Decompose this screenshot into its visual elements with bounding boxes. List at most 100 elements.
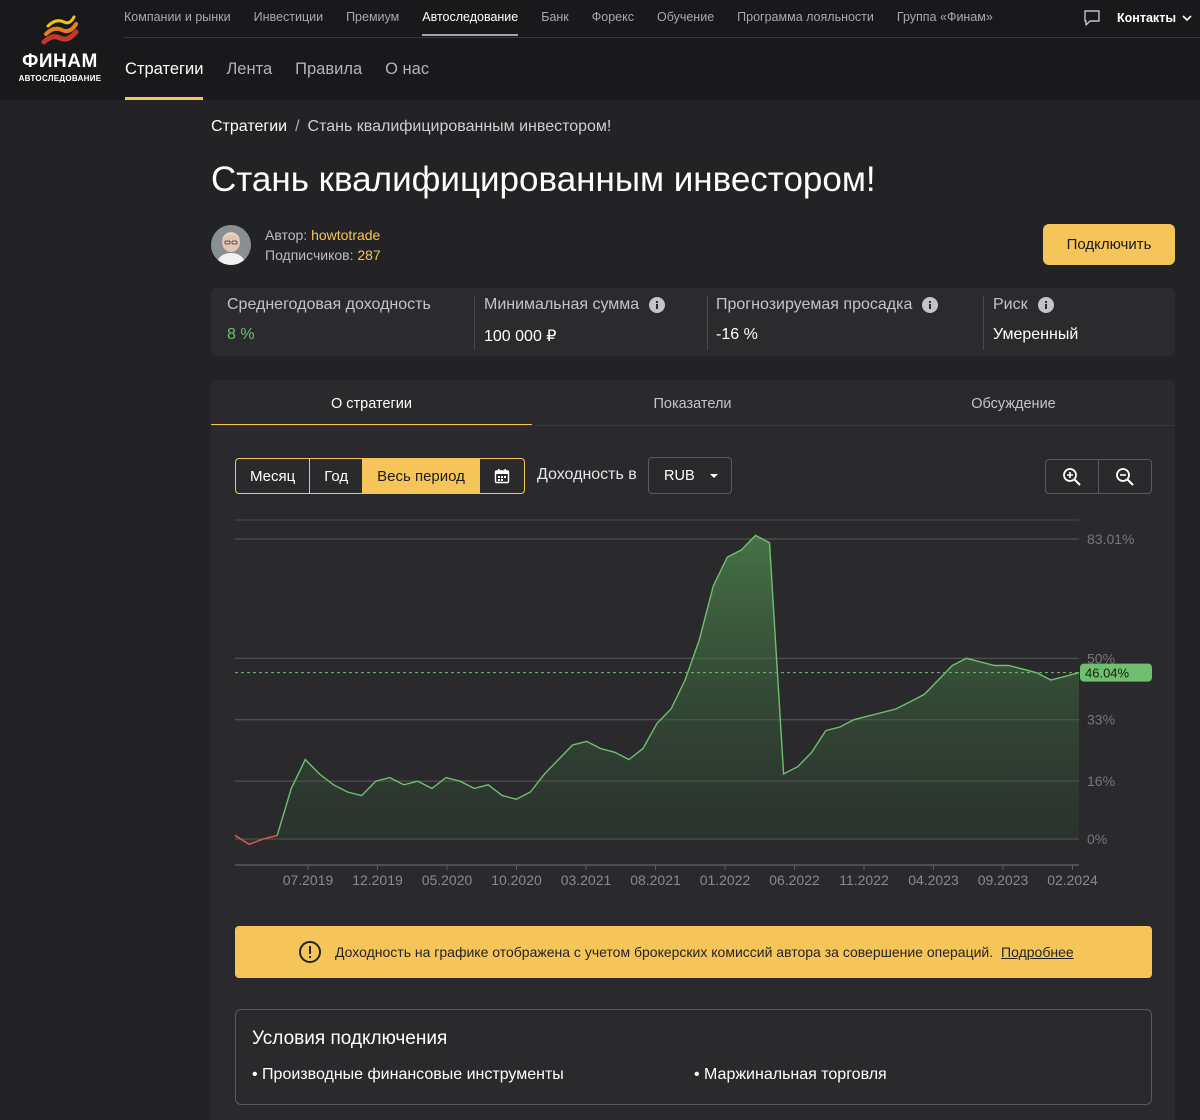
header: ФИНАМ АВТОСЛЕДОВАНИЕ Компании и рынки Инв… <box>0 0 1200 100</box>
top-nav-item[interactable]: Обучение <box>657 0 714 36</box>
top-nav-item[interactable]: Форекс <box>592 0 634 36</box>
top-nav-item[interactable]: Автоследование <box>422 0 519 36</box>
top-nav-item[interactable]: Программа лояльности <box>737 0 874 36</box>
commission-notice: Доходность на графике отображена с учето… <box>235 926 1152 978</box>
sub-nav: Стратегии Лента Правила О нас <box>125 38 452 100</box>
caret-down-icon <box>709 473 718 478</box>
y-tick-label: 33% <box>1087 712 1115 728</box>
info-icon[interactable] <box>922 297 939 313</box>
notice-more-link[interactable]: Подробнее <box>1001 944 1074 960</box>
stat-value: Умеренный <box>993 326 1079 343</box>
period-all-button[interactable]: Весь период <box>363 459 480 493</box>
author-avatar-image <box>211 225 251 265</box>
sub-nav-item[interactable]: О нас <box>385 38 429 100</box>
logo-title: ФИНАМ <box>22 51 98 72</box>
notice-text: Доходность на графике отображена с учето… <box>335 944 1074 960</box>
calendar-icon <box>494 469 510 484</box>
conditions-title: Условия подключения <box>252 1028 448 1049</box>
stat-value: 8 % <box>227 326 255 343</box>
contacts-link[interactable]: Контакты <box>1117 11 1176 25</box>
y-tick-label: 16% <box>1087 773 1115 789</box>
stat-label-text: Прогнозируемая просадка <box>716 296 913 313</box>
connect-button[interactable]: Подключить <box>1043 224 1175 265</box>
strategy-panel: О стратегии Показатели Обсуждение Месяц … <box>211 380 1175 1120</box>
tab-about[interactable]: О стратегии <box>211 380 532 426</box>
yield-currency-label: Доходность в <box>537 466 637 483</box>
zoom-in-button[interactable] <box>1046 460 1099 493</box>
avatar[interactable] <box>211 225 251 265</box>
sub-nav-item[interactable]: Стратегии <box>125 38 204 100</box>
y-tick-label: 0% <box>1087 831 1107 847</box>
top-nav-item[interactable]: Банк <box>541 0 569 36</box>
info-icon[interactable] <box>1037 297 1054 313</box>
yield-chart[interactable]: 83.01%50%33%16%0%07.2019 12.2019 05.2020 10… <box>211 505 1175 895</box>
zoom-in-icon <box>1062 467 1081 486</box>
stat-divider <box>707 296 708 350</box>
strategy-tabs: О стратегии Показатели Обсуждение <box>211 380 1175 426</box>
tab-metrics[interactable]: Показатели <box>532 380 853 426</box>
subscribers-label: Подписчиков: <box>265 247 354 263</box>
info-icon[interactable] <box>649 297 666 313</box>
stat-label: Риск <box>993 296 1078 314</box>
condition-item-text: Маржинальная торговля <box>704 1066 887 1083</box>
currency-value: RUB <box>664 467 695 484</box>
exclamation-icon <box>299 941 321 963</box>
x-tick-label: 04.2023 <box>908 872 959 888</box>
x-tick-label: 05.2020 <box>422 872 473 888</box>
calendar-button[interactable] <box>480 459 524 493</box>
stat-label-text: Риск <box>993 296 1028 313</box>
x-tick-label: 06.2022 <box>769 872 820 888</box>
current-value-label: 46.04% <box>1085 666 1130 681</box>
period-month-button[interactable]: Месяц <box>236 459 311 493</box>
stat-label: Среднегодовая доходность <box>227 296 431 314</box>
x-tick-label: 09.2023 <box>978 872 1029 888</box>
page-title: Стань квалифицированным инвестором! <box>211 160 876 199</box>
finam-logo-icon <box>41 15 79 45</box>
stats-bar: Среднегодовая доходность 8 % Минимальная… <box>211 288 1175 356</box>
breadcrumb-root[interactable]: Стратегии <box>211 118 287 136</box>
author-info: Автор: howtotrade Подписчиков: 287 <box>265 225 381 265</box>
zoom-out-button[interactable] <box>1099 460 1152 493</box>
stat-label-text: Среднегодовая доходность <box>227 296 431 313</box>
x-tick-label: 12.2019 <box>352 872 403 888</box>
zoom-controls <box>1045 459 1152 494</box>
subscribers-line: Подписчиков: 287 <box>265 245 381 265</box>
stat-label-text: Минимальная сумма <box>484 296 640 313</box>
breadcrumb: Стратегии / Стань квалифицированным инве… <box>211 118 611 136</box>
author-name-link[interactable]: howtotrade <box>311 227 380 243</box>
top-nav-item[interactable]: Группа «Финам» <box>897 0 993 36</box>
tab-discussion[interactable]: Обсуждение <box>853 380 1174 426</box>
author-label: Автор: <box>265 227 308 243</box>
top-nav-item[interactable]: Компании и рынки <box>124 0 231 36</box>
x-tick-label: 10.2020 <box>491 872 542 888</box>
finam-logo[interactable]: ФИНАМ АВТОСЛЕДОВАНИЕ <box>0 0 120 100</box>
x-tick-label: 08.2021 <box>630 872 681 888</box>
condition-item-text: Производные финансовые инструменты <box>262 1066 564 1083</box>
top-nav-item[interactable]: Премиум <box>346 0 399 36</box>
sub-nav-item[interactable]: Правила <box>295 38 362 100</box>
author-line: Автор: howtotrade <box>265 225 381 245</box>
top-nav-item[interactable]: Инвестиции <box>254 0 323 36</box>
chat-icon[interactable] <box>1083 9 1101 27</box>
top-nav: Компании и рынки Инвестиции Премиум Автосле… <box>124 0 1016 38</box>
stat-value: -16 % <box>716 326 758 343</box>
chevron-down-icon[interactable] <box>1182 13 1192 23</box>
subscribers-count: 287 <box>357 247 381 263</box>
logo-subtitle: АВТОСЛЕДОВАНИЕ <box>18 74 102 83</box>
condition-item: • Маржинальная торговля <box>694 1066 887 1083</box>
period-year-button[interactable]: Год <box>310 459 364 493</box>
author-block: Автор: howtotrade Подписчиков: 287 <box>211 225 381 265</box>
notice-message: Доходность на графике отображена с учето… <box>335 944 994 960</box>
x-tick-label: 02.2024 <box>1047 872 1098 888</box>
stat-label: Прогнозируемая просадка <box>716 296 939 314</box>
stat-min-amount: Минимальная сумма 100 000 ₽ <box>484 296 666 350</box>
stat-label: Минимальная сумма <box>484 296 666 314</box>
condition-item: • Производные финансовые инструменты <box>252 1066 564 1083</box>
stat-value: 100 000 ₽ <box>484 328 557 345</box>
sub-nav-item[interactable]: Лента <box>226 38 272 100</box>
currency-select[interactable]: RUB <box>648 457 732 494</box>
stat-risk: Риск Умеренный <box>993 296 1078 350</box>
zoom-out-icon <box>1115 467 1134 486</box>
x-tick-label: 11.2022 <box>839 872 889 888</box>
x-tick-label: 07.2019 <box>283 872 334 888</box>
